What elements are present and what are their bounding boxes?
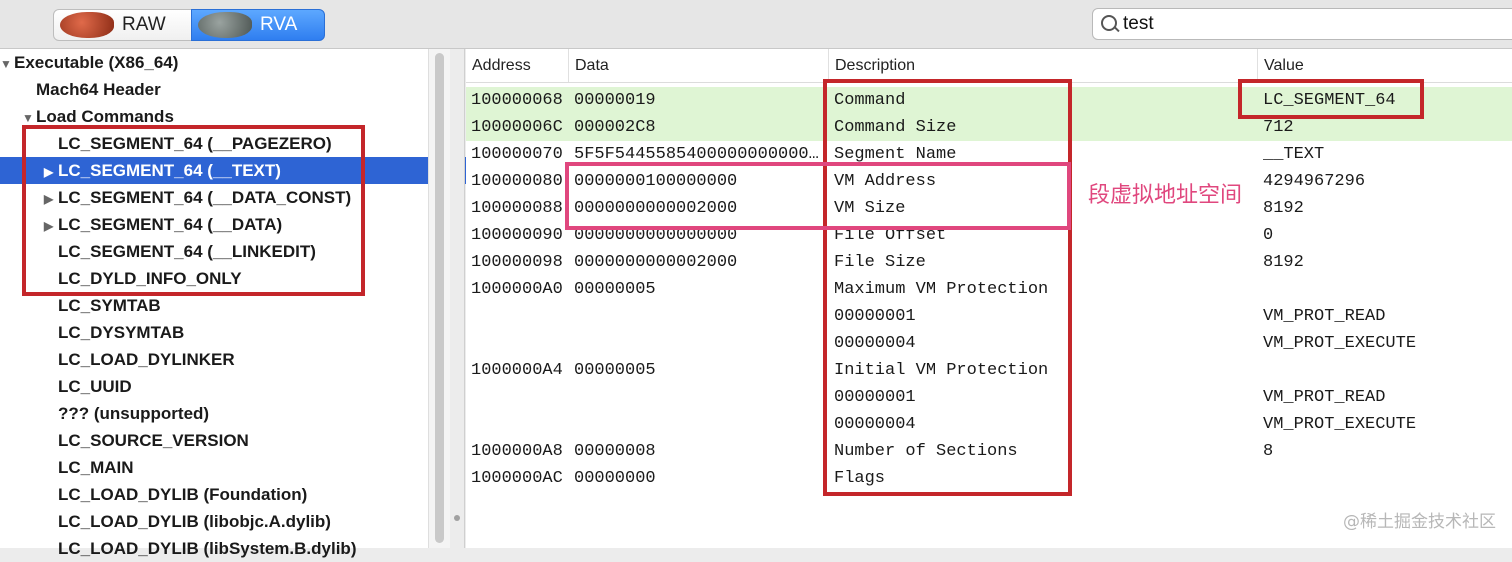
cell-address: 10000006C — [471, 118, 563, 137]
tree-item[interactable]: LC_LOAD_DYLIB (libobjc.A.dylib) — [44, 508, 331, 535]
raw-icon — [60, 12, 114, 38]
pane-splitter[interactable] — [450, 49, 465, 548]
cell-data: 00000019 — [574, 91, 656, 110]
tree-item[interactable]: LC_SOURCE_VERSION — [44, 427, 249, 454]
highlight-box-segments — [22, 125, 365, 296]
cell-address: 100000090 — [471, 226, 563, 245]
highlight-box-description — [823, 79, 1072, 496]
cell-address: 1000000A8 — [471, 442, 563, 461]
tree-item-label: LC_MAIN — [58, 458, 134, 477]
cell-value: VM_PROT_READ — [1263, 307, 1386, 326]
cell-value: VM_PROT_EXECUTE — [1263, 415, 1417, 434]
tree-item-label: LC_LOAD_DYLIB (Foundation) — [58, 485, 308, 504]
tree-item[interactable]: LC_UUID — [44, 373, 132, 400]
tree-item-label: LC_LOAD_DYLINKER — [58, 350, 235, 369]
rva-icon — [198, 12, 252, 38]
structure-tree: ▼ Executable (X86_64) Mach64 Header ▼ Load C… — [0, 49, 472, 558]
column-header-address[interactable]: Address — [466, 49, 568, 82]
cell-data: 000002C8 — [574, 118, 656, 137]
disclosure-expanded-icon[interactable]: ▼ — [0, 51, 14, 78]
tree-item[interactable]: ??? (unsupported) — [44, 400, 209, 427]
highlight-box-vm — [565, 162, 1071, 230]
tree-item[interactable]: LC_MAIN — [44, 454, 134, 481]
cell-value: 0 — [1263, 226, 1274, 245]
cell-address: 100000080 — [471, 172, 563, 191]
tree-item-label: Load Commands — [36, 107, 174, 126]
cell-value: 8 — [1263, 442, 1274, 461]
table-header: Address Data Description Value — [466, 49, 1512, 83]
cell-address: 1000000A0 — [471, 280, 563, 299]
tree-item-label: Mach64 Header — [36, 80, 161, 99]
scrollbar-thumb[interactable] — [435, 53, 444, 543]
tree-item[interactable]: LC_LOAD_DYLIB (libSystem.B.dylib) — [44, 535, 356, 562]
column-header-value[interactable]: Value — [1257, 49, 1512, 82]
cell-address: 100000068 — [471, 91, 563, 110]
column-header-data[interactable]: Data — [568, 49, 829, 82]
cell-address: 100000098 — [471, 253, 563, 272]
cell-data: 0000000000002000 — [574, 253, 738, 272]
cell-value: 4294967296 — [1263, 172, 1366, 191]
annotation-label: 段虚拟地址空间 — [1088, 183, 1243, 208]
cell-value: VM_PROT_EXECUTE — [1263, 334, 1417, 353]
tree-item[interactable]: LC_LOAD_DYLINKER — [44, 346, 235, 373]
tree-item-label: LC_LOAD_DYLIB (libSystem.B.dylib) — [58, 539, 357, 558]
cell-address: 1000000AC — [471, 469, 563, 488]
cell-address: 1000000A4 — [471, 361, 563, 380]
search-box — [1092, 8, 1512, 40]
search-icon — [1099, 13, 1121, 35]
cell-address: 100000088 — [471, 199, 563, 218]
tree-item[interactable]: LC_LOAD_DYLIB (Foundation) — [44, 481, 307, 508]
cell-address: 100000070 — [471, 145, 563, 164]
cell-data: 00000005 — [574, 280, 656, 299]
rva-mode-button[interactable]: RVA — [191, 9, 325, 41]
tree-item-label: LC_DYSYMTAB — [58, 323, 185, 342]
watermark: @稀土掘金技术社区 — [1343, 512, 1496, 532]
raw-mode-button[interactable]: RAW — [53, 9, 193, 41]
rva-label: RVA — [260, 14, 298, 35]
cell-data: 00000008 — [574, 442, 656, 461]
cell-value: VM_PROT_READ — [1263, 388, 1386, 407]
column-header-description[interactable]: Description — [828, 49, 1259, 82]
tree-item-label: LC_SYMTAB — [58, 296, 161, 315]
tree-item[interactable]: Mach64 Header — [22, 76, 161, 103]
tree-item-label: Executable (X86_64) — [14, 53, 179, 72]
tree-item-label: ??? (unsupported) — [58, 404, 210, 423]
tree-item[interactable]: ▼ Executable (X86_64) — [0, 49, 178, 76]
tree-item[interactable]: LC_DYSYMTAB — [44, 319, 184, 346]
search-input[interactable] — [1121, 13, 1485, 35]
splitter-handle-icon — [454, 515, 460, 521]
toolbar: RAW RVA — [0, 0, 1512, 49]
cell-data: 00000000 — [574, 469, 656, 488]
cell-data: 00000005 — [574, 361, 656, 380]
tree-item-label: LC_UUID — [58, 377, 132, 396]
tree-item-label: LC_LOAD_DYLIB (libobjc.A.dylib) — [58, 512, 331, 531]
sidebar-scrollbar[interactable] — [428, 49, 451, 548]
cell-value: 8192 — [1263, 199, 1304, 218]
cell-value: __TEXT — [1263, 145, 1325, 164]
cell-value: 8192 — [1263, 253, 1304, 272]
tree-item-label: LC_SOURCE_VERSION — [58, 431, 249, 450]
raw-label: RAW — [122, 14, 166, 35]
tree-item[interactable]: LC_SYMTAB — [44, 292, 161, 319]
highlight-box-value — [1238, 79, 1424, 119]
